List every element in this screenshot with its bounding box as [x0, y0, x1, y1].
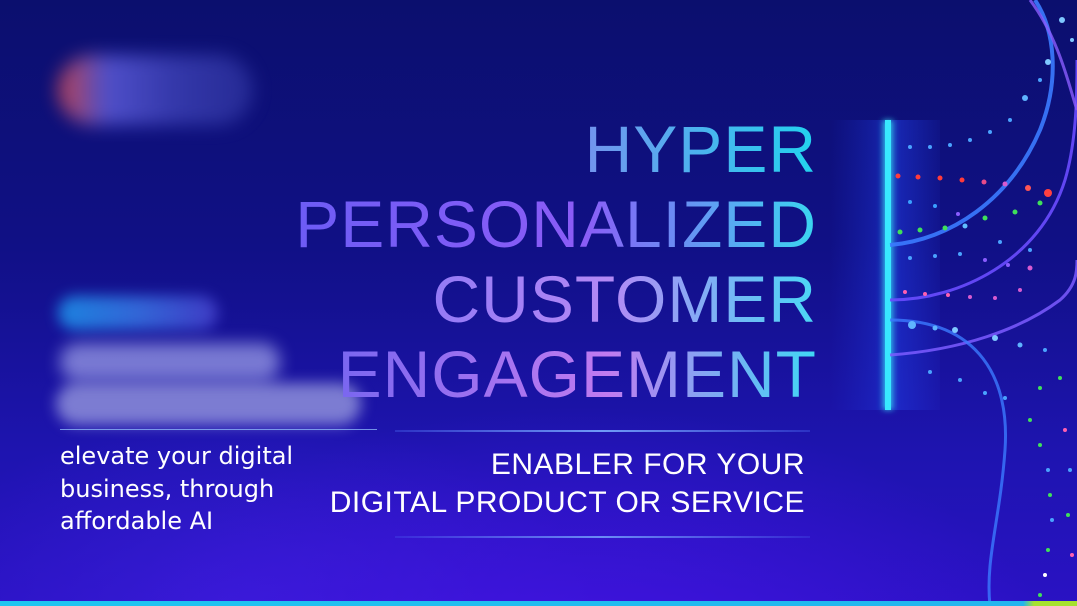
decorative-light-streams: [830, 0, 1077, 606]
vertical-light-bar: [885, 120, 891, 410]
bottom-accent-bar: [0, 601, 1077, 606]
